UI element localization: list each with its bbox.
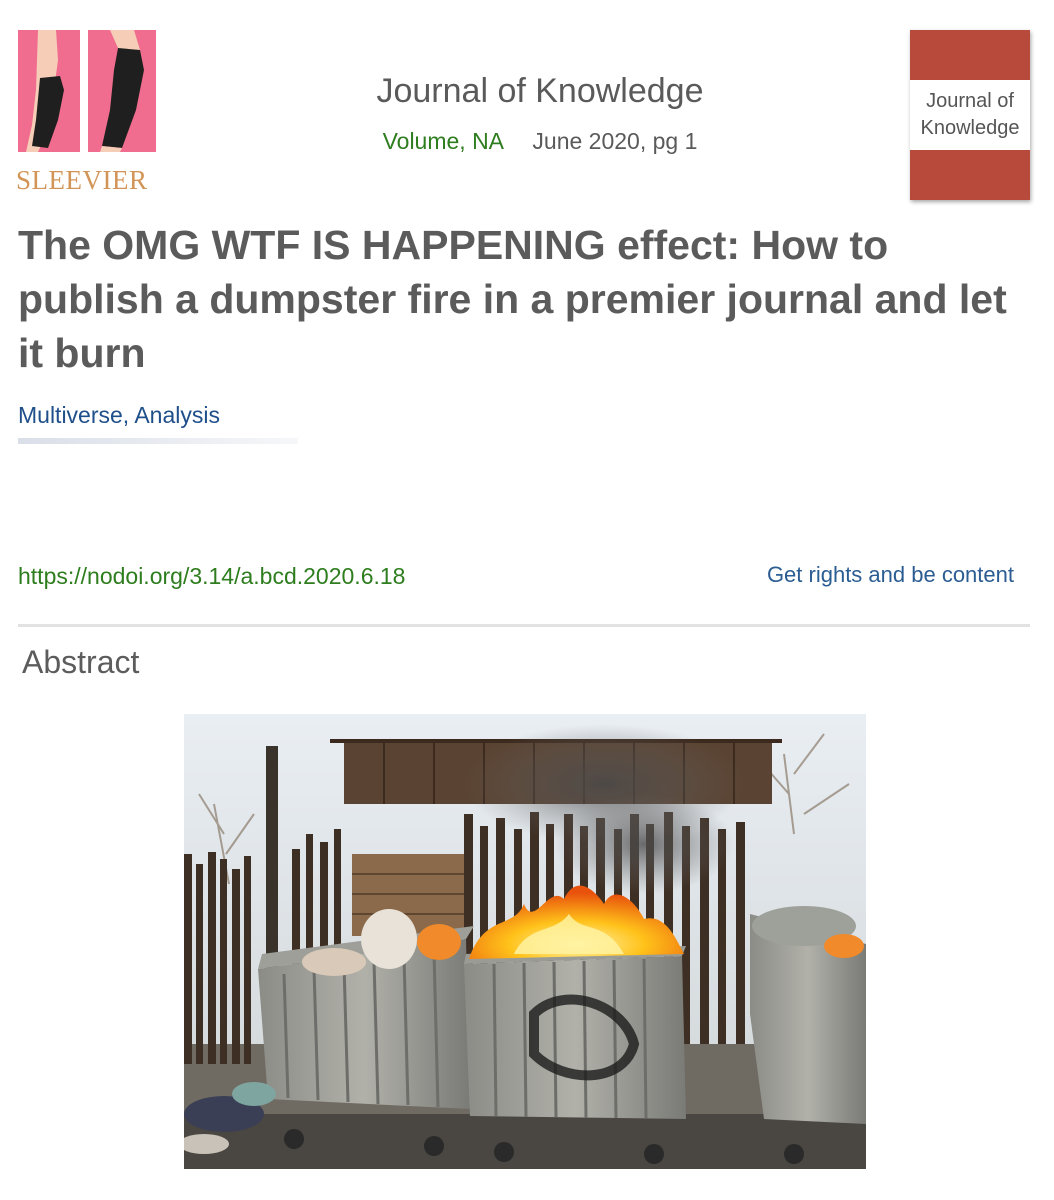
article-title: The OMG WTF IS HAPPENING effect: How to … xyxy=(18,222,1007,376)
abstract-figure xyxy=(184,714,866,1169)
cover-band-top xyxy=(910,30,1030,80)
cover-band-bottom xyxy=(910,150,1030,200)
truncated-text-line xyxy=(18,438,298,444)
volume-label[interactable]: Volume, NA xyxy=(383,128,504,154)
issue-info: Volume, NA June 2020, pg 1 xyxy=(300,128,780,155)
abstract-heading: Abstract xyxy=(22,644,140,680)
author-list[interactable]: Multiverse, Analysis xyxy=(18,402,618,429)
publisher-name: SLEEVIER xyxy=(16,165,148,195)
journal-title[interactable]: Journal of Knowledge xyxy=(290,72,790,111)
dumpster-fire-photo xyxy=(184,714,866,1169)
journal-cover-thumbnail[interactable]: Journal of Knowledge xyxy=(910,30,1030,200)
date-page-label: June 2020, pg 1 xyxy=(532,128,698,154)
arm-sleeve-photo xyxy=(18,30,156,152)
section-divider xyxy=(18,624,1030,627)
rights-permissions-link[interactable]: Get rights and be content xyxy=(767,562,1014,588)
doi-link[interactable]: https://nodoi.org/3.14/a.bcd.2020.6.18 xyxy=(18,563,618,590)
cover-title: Journal of Knowledge xyxy=(920,90,1020,139)
